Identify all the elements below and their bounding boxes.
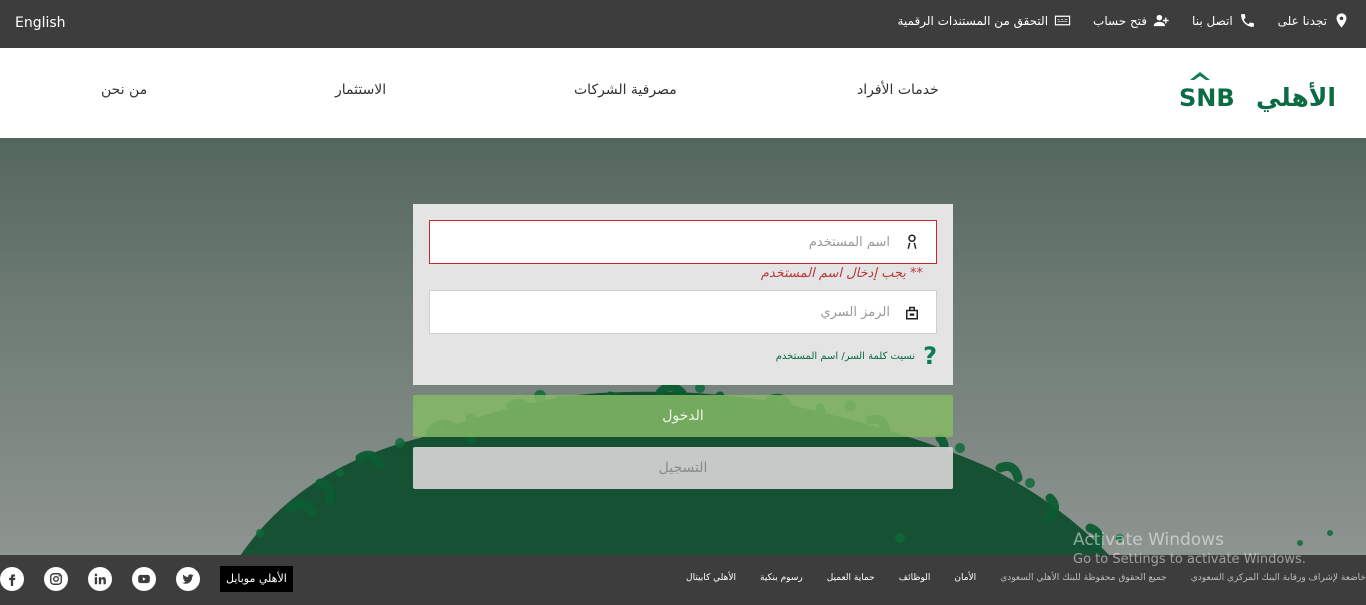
forgot-credentials-link[interactable]: ? نسيت كلمة السر/ اسم المستخدم [776,344,937,368]
forgot-credentials-label: نسيت كلمة السر/ اسم المستخدم [775,350,916,362]
svg-text:SNB: SNB [1179,84,1235,112]
map-pin-icon [1336,13,1347,28]
footer-links: خاضعة لإشراف ورقابة البنك المركزي السعود… [686,573,1366,583]
username-field[interactable] [429,220,937,264]
facebook-link[interactable] [0,567,24,591]
youtube-icon [138,574,150,584]
svg-text:الأهلي: الأهلي [1256,82,1336,112]
main-header: SNB الأهلي خدمات الأفراد مصرفية الشركات … [0,48,1366,138]
mobile-app-badge[interactable]: الأهلي موبايل [220,566,293,592]
footer-copyright-text: جميع الحقوق محفوظة للبنك الأهلي السعودي [1000,573,1167,583]
windows-activation-watermark: Activate Windows Go to Settings to activ… [1073,530,1306,567]
add-user-icon [1153,14,1169,27]
nav-about-us[interactable]: من نحن [101,82,147,98]
document-verify-icon [1054,15,1071,26]
nav-personal[interactable]: خدمات الأفراد [857,82,939,98]
footer-link-security[interactable]: الأمان [954,573,976,583]
user-icon [907,234,917,249]
register-button[interactable]: التسجيل [413,447,953,489]
footer-regulation-text: خاضعة لإشراف ورقابة البنك المركزي السعود… [1190,573,1366,583]
facebook-icon [9,574,16,586]
contact-us-label: اتصل بنا [1192,13,1233,28]
footer-link-bank-fees[interactable]: رسوم بنكية [760,573,803,583]
footer-link-alahli-capital[interactable]: الأهلي كابيتال [686,573,736,583]
footer-link-customer-protection[interactable]: حماية العميل [827,573,875,583]
find-us-link[interactable]: تجدنا على [1278,12,1350,29]
password-field[interactable] [429,290,937,334]
top-links: تجدنا على اتصل بنا فتح حساب التحقق من ال… [897,12,1350,29]
contact-us-link[interactable]: اتصل بنا [1192,12,1256,29]
open-account-link[interactable]: فتح حساب [1093,12,1170,29]
instagram-link[interactable] [44,567,68,591]
watermark-line-1: Activate Windows [1073,530,1224,550]
hero-background: ** يجب إدخال اسم المستخدم ? نسيت كلمة ال… [0,138,1366,556]
nav-corporate[interactable]: مصرفية الشركات [574,82,677,98]
find-us-label: تجدنا على [1277,13,1327,28]
twitter-link[interactable] [176,567,200,591]
help-question-icon: ? [923,342,937,370]
footer-link-careers[interactable]: الوظائف [899,573,931,583]
login-panel: ** يجب إدخال اسم المستخدم ? نسيت كلمة ال… [413,204,953,385]
password-input[interactable] [440,291,890,333]
nav-investment[interactable]: الاستثمار [335,82,386,98]
lock-icon [906,306,918,320]
snb-logo[interactable]: SNB الأهلي [1178,72,1338,114]
twitter-icon [182,574,194,584]
open-account-label: فتح حساب [1093,13,1148,28]
language-switch-link[interactable]: English [15,15,66,31]
phone-icon [1240,14,1254,27]
verify-documents-label: التحقق من المستندات الرقمية [897,13,1049,28]
login-button[interactable]: الدخول [413,395,953,437]
linkedin-link[interactable] [88,567,112,591]
linkedin-icon [94,573,106,585]
username-input[interactable] [440,221,890,263]
top-utility-bar: English تجدنا على اتصل بنا فتح حساب التح… [0,0,1366,48]
watermark-line-2: Go to Settings to activate Windows. [1073,552,1306,567]
instagram-icon [50,573,62,585]
youtube-link[interactable] [132,567,156,591]
verify-documents-link[interactable]: التحقق من المستندات الرقمية [897,12,1071,29]
username-error-message: ** يجب إدخال اسم المستخدم [760,266,923,281]
